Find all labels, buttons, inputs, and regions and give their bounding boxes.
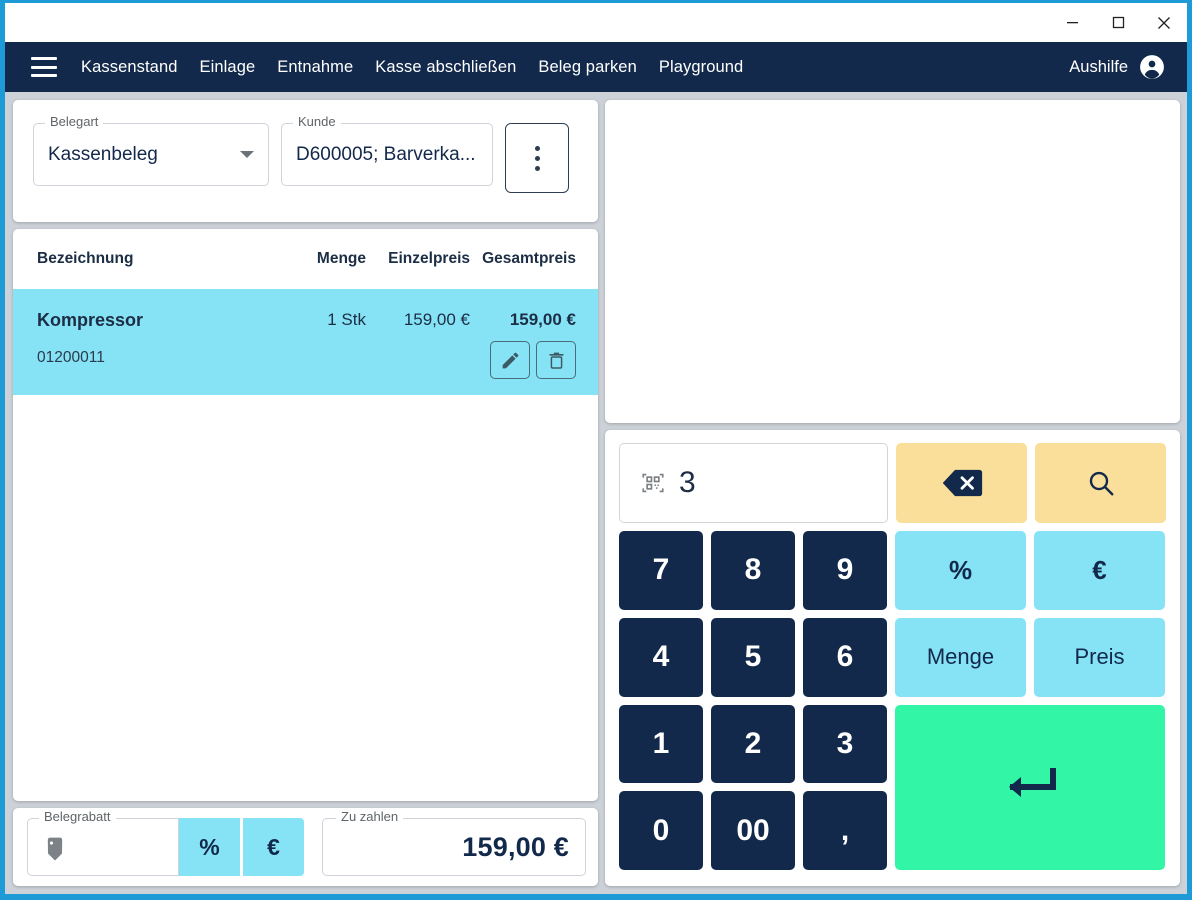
price-tag-icon [47,837,63,861]
kebab-menu-icon [534,155,540,161]
app-content: Belegart Kassenbeleg Kunde D600005; Barv… [5,92,1187,894]
maximize-button[interactable] [1095,3,1141,42]
column-header-bezeichnung: Bezeichnung [37,250,134,267]
backspace-button[interactable] [896,443,1027,523]
belegart-select[interactable]: Belegart Kassenbeleg [33,115,269,186]
customer-display-panel [605,100,1180,423]
delete-item-button[interactable] [536,341,576,379]
right-column: 3 7 8 9 % € 4 5 6 Menge Preis 1 2 3 0 00… [605,100,1180,886]
nav-item-playground[interactable]: Playground [659,58,743,77]
user-account-button[interactable]: Aushilfe [1069,54,1165,80]
belegart-value: Kassenbeleg [48,143,158,165]
key-2[interactable]: 2 [711,704,795,784]
search-button[interactable] [1035,443,1166,523]
key-6[interactable]: 6 [803,617,887,697]
kebab-menu-button[interactable] [505,123,569,193]
column-header-menge: Menge [316,250,366,267]
nav-item-beleg-parken[interactable]: Beleg parken [538,58,636,77]
nav-item-kasse-abschliessen[interactable]: Kasse abschließen [375,58,516,77]
key-1[interactable]: 1 [619,704,703,784]
kunde-select[interactable]: Kunde D600005; Barverka... [281,115,493,186]
discount-input[interactable]: Belegrabatt [27,810,179,876]
item-unit-price: 159,00 € [403,310,470,329]
enter-button[interactable] [895,704,1165,870]
search-icon [1089,471,1113,496]
table-row[interactable]: Kompressor 1 Stk 159,00 € 159,00 € 01200… [13,289,598,395]
key-menge[interactable]: Menge [895,617,1026,697]
edit-item-button[interactable] [490,341,530,379]
belegart-label: Belegart [45,115,104,128]
key-9[interactable]: 9 [803,531,887,610]
hamburger-menu-icon[interactable] [31,57,57,77]
close-icon [1158,16,1170,29]
maximize-icon [1112,16,1124,29]
key-euro[interactable]: € [1034,531,1165,610]
discount-euro-button[interactable]: € [243,818,304,876]
discount-label: Belegrabatt [39,810,116,823]
scan-input[interactable]: 3 [619,443,888,523]
key-comma[interactable]: , [803,791,887,870]
minimize-icon [1066,22,1078,24]
nav-item-kassenstand[interactable]: Kassenstand [81,58,178,77]
backspace-icon [942,469,982,497]
key-3[interactable]: 3 [803,704,887,784]
key-0[interactable]: 0 [619,791,703,870]
item-row-secondary-line: 01200011 [37,341,576,379]
trash-icon [549,352,563,369]
key-00[interactable]: 00 [711,791,795,870]
left-column: Belegart Kassenbeleg Kunde D600005; Barv… [13,100,598,886]
scan-input-value: 3 [679,466,696,499]
app-window: Kassenstand Einlage Entnahme Kasse absch… [0,0,1192,900]
pencil-icon [502,352,518,368]
discount-percent-button[interactable]: % [179,818,240,876]
nav-item-einlage[interactable]: Einlage [200,58,256,77]
keypad-entry-row: 3 [619,443,1166,523]
main-navigation-bar: Kassenstand Einlage Entnahme Kasse absch… [5,42,1187,92]
kebab-menu-icon [534,145,540,151]
nav-item-entnahme[interactable]: Entnahme [277,58,353,77]
item-row-primary-line: Kompressor 1 Stk 159,00 € 159,00 € [37,303,576,337]
column-header-einzelpreis: Einzelpreis [388,250,470,267]
chevron-down-icon [240,151,254,158]
item-name: Kompressor [37,309,144,330]
window-title-bar [5,3,1187,42]
kunde-label: Kunde [293,115,341,128]
amount-due-field: Zu zahlen 159,00 € [322,810,586,876]
close-button[interactable] [1141,3,1187,42]
user-name-label: Aushilfe [1069,57,1128,76]
minimize-button[interactable] [1049,3,1095,42]
amount-due-label: Zu zahlen [336,810,404,823]
discount-group: Belegrabatt % € [27,810,304,876]
items-table-header: Bezeichnung Menge Einzelpreis Gesamtprei… [13,229,598,289]
kebab-menu-icon [534,165,540,171]
column-header-gesamtpreis: Gesamtpreis [482,250,576,267]
key-preis[interactable]: Preis [1034,617,1165,697]
receipt-items-panel: Bezeichnung Menge Einzelpreis Gesamtprei… [13,229,598,801]
receipt-totals-panel: Belegrabatt % € Zu zahlen 159,00 € [13,808,598,886]
keypad-keys-grid: 7 8 9 % € 4 5 6 Menge Preis 1 2 3 0 00 , [619,531,1166,870]
key-4[interactable]: 4 [619,617,703,697]
item-total-price: 159,00 € [509,310,576,329]
amount-due-value: 159,00 € [462,831,569,862]
key-percent[interactable]: % [895,531,1026,610]
item-quantity: 1 Stk [327,310,366,329]
kunde-value: D600005; Barverka... [296,143,476,165]
receipt-header-panel: Belegart Kassenbeleg Kunde D600005; Barv… [13,100,598,222]
key-8[interactable]: 8 [711,531,795,610]
account-circle-icon [1140,55,1164,79]
item-row-actions [490,341,576,379]
qr-scan-icon [642,473,664,493]
item-sku: 01200011 [37,349,105,366]
key-5[interactable]: 5 [711,617,795,697]
key-7[interactable]: 7 [619,531,703,610]
numeric-keypad-panel: 3 7 8 9 % € 4 5 6 Menge Preis 1 2 3 0 00… [605,430,1180,886]
enter-arrow-icon [1009,768,1056,798]
